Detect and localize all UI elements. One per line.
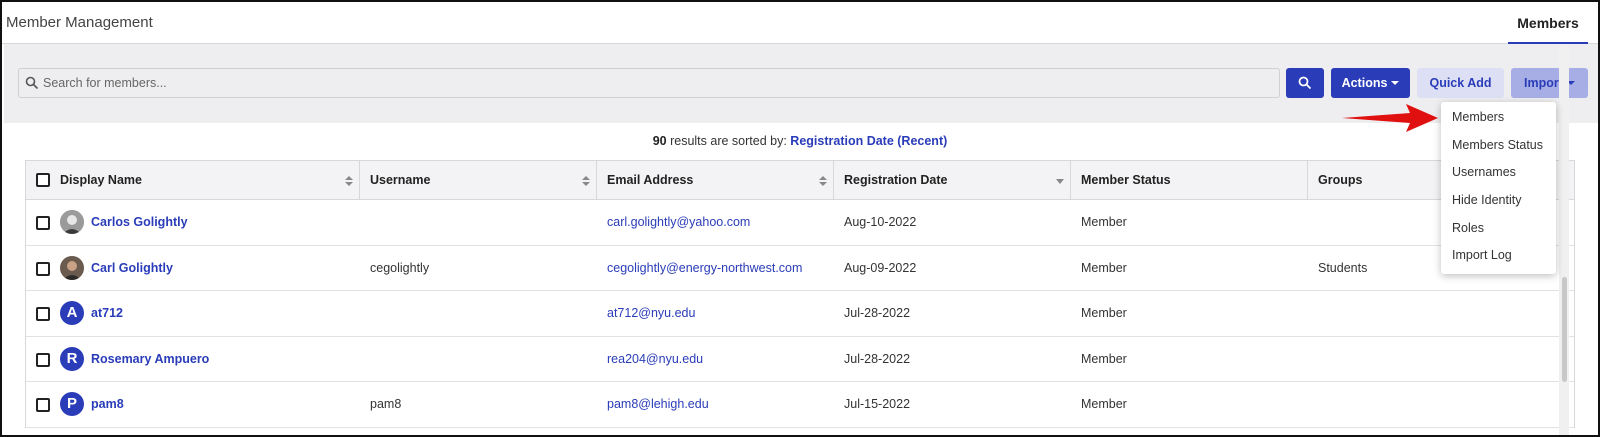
row-checkbox[interactable] [36,352,50,367]
table-header: Display Name Username Email Address Regi… [26,160,1574,200]
page-header: Member Management Members [2,2,1598,44]
table-row: Aat712 at712@nyu.edu Jul-28-2022 Member [26,291,1574,337]
scrollbar-thumb[interactable] [1562,277,1567,382]
groups-cell: Students [1318,260,1368,275]
row-checkbox[interactable] [36,216,50,230]
col-email[interactable]: Email Address [597,161,834,200]
import-menu-item[interactable]: Roles [1441,215,1556,243]
import-menu-item[interactable]: Members Status [1441,132,1556,160]
import-button[interactable]: Import [1511,68,1588,98]
import-menu-item[interactable]: Usernames [1441,159,1556,187]
import-label: Import [1524,76,1563,90]
import-dropdown-menu: Members Members Status Usernames Hide Ident… [1441,102,1556,274]
member-name-link[interactable]: Carlos Golightly [91,215,188,229]
table-row: Carl Golightly cegolightly cegolightly@ene… [26,245,1574,291]
email-link[interactable]: rea204@nyu.edu [607,337,703,382]
member-name-link[interactable]: Carl Golightly [91,261,173,275]
member-status-cell: Member [1081,397,1127,411]
avatar: P [60,392,84,416]
registration-date-cell: Jul-28-2022 [844,306,911,320]
member-name-link[interactable]: at712 [91,306,123,320]
col-registration-date[interactable]: Registration Date [834,161,1071,200]
sort-icon [582,176,590,188]
search-input[interactable] [43,69,1273,97]
col-label: Member Status [1081,173,1171,187]
caret-down-icon [1391,80,1400,85]
row-checkbox[interactable] [36,307,50,321]
col-username[interactable]: Username [360,161,597,200]
member-name-link[interactable]: Rosemary Ampuero [91,352,209,366]
col-label: Username [370,173,431,187]
actions-label: Actions [1341,76,1388,90]
registration-date-cell: Jul-28-2022 [844,351,911,366]
col-label: Display Name [60,173,142,187]
registration-date-cell: Aug-09-2022 [844,260,917,275]
col-label: Email Address [607,173,694,187]
email-link[interactable]: carl.golightly@yahoo.com [607,200,750,245]
username-cell: pam8 [370,397,402,411]
tab-members[interactable]: Members [1508,2,1588,44]
avatar-photo-icon [60,255,84,280]
row-checkbox[interactable] [36,398,50,412]
row-checkbox[interactable] [36,261,50,276]
email-link[interactable]: at712@nyu.edu [607,291,695,336]
actions-button[interactable]: Actions [1331,68,1410,98]
quick-add-button[interactable]: Quick Add [1417,68,1504,98]
registration-date-cell: Jul-15-2022 [844,397,911,411]
import-menu-item[interactable]: Import Log [1441,242,1556,270]
results-summary: 90 results are sorted by: Registration D… [2,134,1598,148]
members-table: Display Name Username Email Address Regi… [25,160,1575,428]
red-arrow-icon [1342,104,1438,132]
sort-icon [345,176,353,188]
search-box[interactable] [18,68,1280,98]
results-count: 90 [652,134,667,148]
toolbar: Actions Quick Add Import [18,68,1588,100]
col-member-status: Member Status [1071,161,1308,200]
table-body: Carlos Golightly carl.golightly@yahoo.com… [26,200,1574,428]
col-display-name[interactable]: Display Name [26,161,360,200]
email-link[interactable]: cegolightly@energy-northwest.com [607,246,802,291]
member-status-cell: Member [1081,306,1127,320]
registration-date-cell: Aug-10-2022 [844,215,917,229]
import-menu-item[interactable]: Hide Identity [1441,187,1556,215]
email-link[interactable]: pam8@lehigh.edu [607,382,709,427]
app-window: Member Management Members Actions Quick … [0,0,1600,437]
search-button[interactable] [1286,68,1324,98]
member-status-cell: Member [1081,351,1127,366]
username-cell: cegolightly [370,260,430,275]
sort-icon [819,176,827,188]
member-status-cell: Member [1081,260,1127,275]
import-menu-item[interactable]: Members [1441,104,1556,132]
table-row: Carlos Golightly carl.golightly@yahoo.com… [26,200,1574,246]
results-text: results are sorted by: [670,134,787,148]
table-row: R Rosemary Ampuero rea204@nyu.edu Jul-28-20… [26,336,1574,382]
sort-desc-icon [1056,179,1064,184]
member-status-cell: Member [1081,215,1127,229]
search-icon [25,76,39,90]
avatar [60,255,84,280]
sort-link[interactable]: Registration Date (Recent) [790,134,947,148]
avatar [60,210,84,234]
avatar: A [60,301,84,325]
col-label: Registration Date [844,173,948,187]
table-row: Ppam8 pam8 pam8@lehigh.edu Jul-15-2022 Membe… [26,382,1574,428]
col-label: Groups [1318,173,1363,187]
avatar: R [60,346,84,371]
search-icon [1298,76,1312,90]
avatar-photo-icon [60,210,84,234]
page-title: Member Management [6,14,153,31]
member-name-link[interactable]: pam8 [91,397,124,411]
